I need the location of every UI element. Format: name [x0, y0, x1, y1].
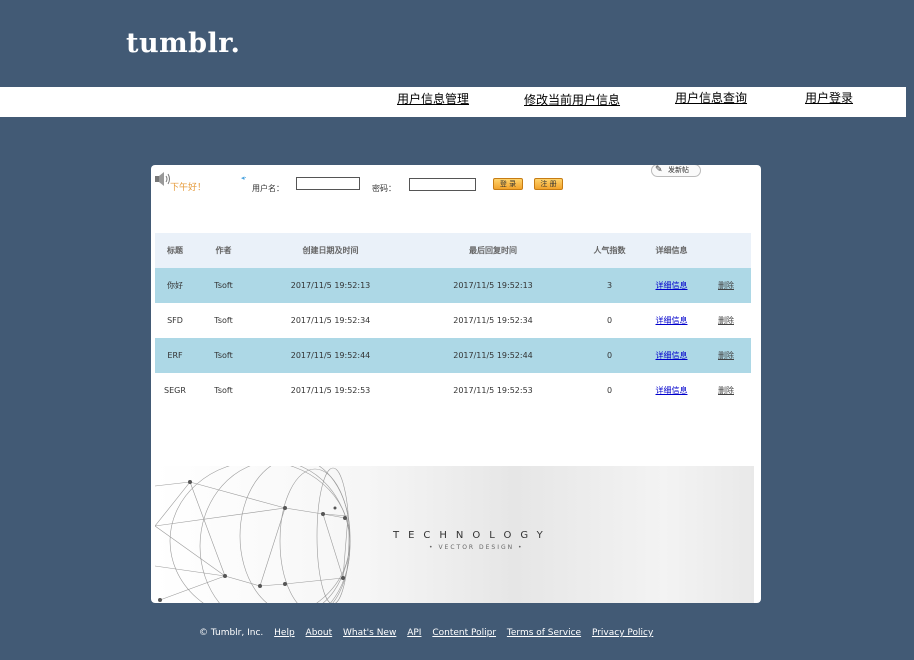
table-header-row: 标题 作者 创建日期及时间 最后回复时间 人气指数 详细信息 [155, 233, 751, 268]
col-header-title: 标题 [155, 233, 195, 268]
new-post-label: 发新帖 [668, 166, 689, 174]
cell-last-reply: 2017/11/5 19:52:44 [409, 338, 577, 373]
footer-link-api[interactable]: API [407, 628, 421, 638]
technology-banner: TECHNOLOGY • VECTOR DESIGN • [155, 466, 754, 603]
col-header-last-reply: 最后回复时间 [409, 233, 577, 268]
detail-link[interactable]: 详细信息 [656, 281, 688, 290]
greeting-text: 下午好！ [170, 183, 207, 193]
posts-table: 标题 作者 创建日期及时间 最后回复时间 人气指数 详细信息 你好 Tsoft … [155, 233, 751, 408]
footer-link-help[interactable]: Help [274, 628, 295, 638]
cell-created: 2017/11/5 19:52:13 [252, 268, 409, 303]
cell-created: 2017/11/5 19:52:34 [290, 316, 371, 325]
cell-title: SEGR [164, 386, 186, 395]
cell-title: 你好 [155, 268, 195, 303]
banner-title: TECHNOLOGY [393, 530, 552, 541]
table-row: SEGR Tsoft 2017/11/5 19:52:53 2017/11/5 … [155, 373, 751, 408]
cell-last-reply: 2017/11/5 19:52:34 [453, 316, 533, 325]
password-label: 密码： [372, 184, 396, 193]
cell-title: ERF [155, 338, 195, 373]
col-header-author: 作者 [195, 233, 252, 268]
cell-popularity: 3 [577, 268, 642, 303]
new-post-button[interactable]: ✎ 发新帖 [651, 165, 701, 177]
cell-author: Tsoft [214, 316, 233, 325]
footer-link-terms[interactable]: Terms of Service [507, 628, 581, 638]
username-label: 用户名： [252, 184, 284, 193]
tumblr-logo[interactable]: tumblr. [126, 28, 240, 59]
cell-created: 2017/11/5 19:52:53 [290, 386, 371, 395]
register-button[interactable]: 注 册 [534, 178, 563, 190]
cell-author: Tsoft [214, 386, 233, 395]
cell-author: Tsoft [195, 338, 252, 373]
detail-link[interactable]: 详细信息 [656, 351, 688, 360]
cell-last-reply: 2017/11/5 19:52:53 [453, 386, 533, 395]
table-row: SFD Tsoft 2017/11/5 19:52:34 2017/11/5 1… [155, 303, 751, 338]
nav-edit-current-user[interactable]: 修改当前用户信息 [524, 91, 620, 108]
footer-link-content-policy[interactable]: Content Polipr [432, 628, 496, 638]
nav-user-management[interactable]: 用户信息管理 [397, 90, 469, 107]
signal-icon: ◂· [241, 174, 247, 182]
detail-link[interactable]: 详细信息 [656, 386, 688, 395]
table-row: ERF Tsoft 2017/11/5 19:52:44 2017/11/5 1… [155, 338, 751, 373]
footer-link-privacy[interactable]: Privacy Policy [592, 628, 653, 638]
table-row: 你好 Tsoft 2017/11/5 19:52:13 2017/11/5 19… [155, 268, 751, 303]
main-card: 下午好！ ◂· 用户名： 密码： 登 录 注 册 ✎ 发新帖 标题 作者 创建日… [151, 165, 761, 603]
login-bar: 下午好！ ◂· 用户名： 密码： 登 录 注 册 ✎ 发新帖 [151, 165, 761, 225]
footer: © Tumblr, Inc. Help About What's New API… [199, 628, 661, 638]
top-nav: 用户信息管理 修改当前用户信息 用户信息查询 用户登录 [0, 87, 906, 117]
footer-link-whats-new[interactable]: What's New [343, 628, 396, 638]
delete-link[interactable]: 删除 [718, 351, 734, 360]
col-header-details: 详细信息 [642, 233, 701, 268]
cell-title: SFD [167, 316, 183, 325]
cell-popularity: 0 [606, 316, 613, 325]
copyright-text: © Tumblr, Inc. [199, 628, 264, 638]
nav-user-query[interactable]: 用户信息查询 [675, 89, 747, 106]
password-input[interactable] [409, 178, 476, 191]
cell-author: Tsoft [195, 268, 252, 303]
cell-created: 2017/11/5 19:52:44 [252, 338, 409, 373]
delete-link[interactable]: 删除 [718, 281, 734, 290]
login-button[interactable]: 登 录 [493, 178, 523, 190]
col-header-popularity: 人气指数 [577, 233, 642, 268]
delete-link[interactable]: 删除 [718, 386, 734, 395]
pen-icon: ✎ [655, 165, 663, 175]
username-input[interactable] [296, 177, 360, 190]
cell-last-reply: 2017/11/5 19:52:13 [409, 268, 577, 303]
cell-popularity: 0 [606, 386, 613, 395]
detail-link[interactable]: 详细信息 [656, 316, 688, 325]
cell-popularity: 0 [577, 338, 642, 373]
col-header-created: 创建日期及时间 [252, 233, 409, 268]
nav-user-login[interactable]: 用户登录 [805, 89, 853, 106]
footer-link-about[interactable]: About [306, 628, 333, 638]
col-header-actions [701, 233, 751, 268]
banner-subtitle: • VECTOR DESIGN • [429, 544, 524, 551]
delete-link[interactable]: 删除 [718, 316, 734, 325]
